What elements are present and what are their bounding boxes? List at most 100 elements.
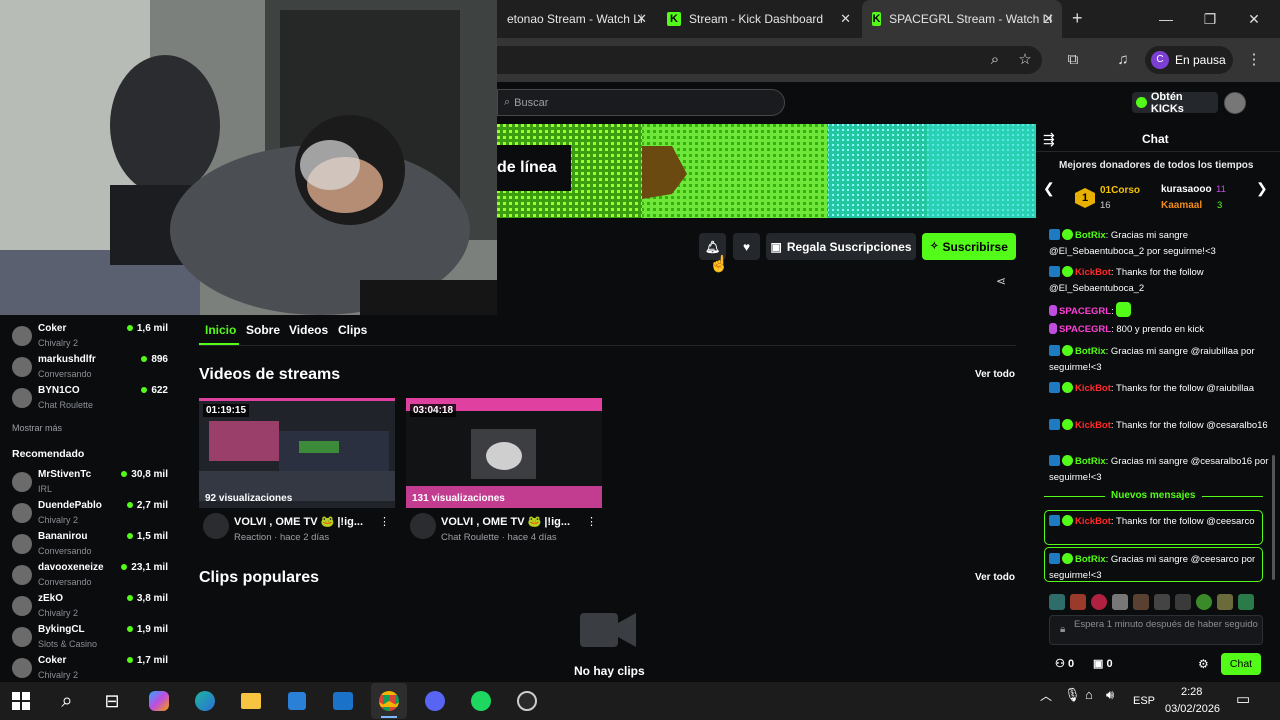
emote-icon[interactable]: [1070, 594, 1086, 610]
minimize-icon[interactable]: —: [1143, 0, 1189, 38]
tab-spacegrl[interactable]: K SPACEGRL Stream - Watch Li ✕: [862, 0, 1062, 38]
close-tab-icon[interactable]: ✕: [840, 11, 851, 27]
sidebar-channel[interactable]: Coker Chivalry 2 1,6 mil: [12, 322, 172, 353]
chat-scrollbar[interactable]: [1272, 455, 1275, 580]
subscribe-button[interactable]: ✧ Suscribirse: [922, 233, 1016, 260]
emote-icon[interactable]: [1196, 594, 1212, 610]
get-kicks-button[interactable]: Obtén KICKs: [1132, 91, 1218, 115]
more-options-icon[interactable]: ⋮: [379, 515, 390, 528]
chat-message[interactable]: KickBot: Thanks for the follow @El_Sebae…: [1049, 265, 1269, 296]
channel-avatar[interactable]: [410, 513, 436, 539]
sidebar-channel[interactable]: davooxeneize Conversando 23,1 mil: [12, 561, 172, 592]
channel-avatar[interactable]: [203, 513, 229, 539]
chat-username[interactable]: KickBot: [1075, 267, 1111, 278]
emote-icon[interactable]: [1049, 594, 1065, 610]
video-thumbnail[interactable]: 01:19:15 92 visualizaciones: [199, 398, 395, 508]
user-avatar[interactable]: [1224, 92, 1246, 114]
chat-username[interactable]: SPACEGRL: [1059, 306, 1111, 317]
store-icon[interactable]: [279, 683, 315, 719]
windows-start-icon[interactable]: [3, 683, 39, 719]
more-options-icon[interactable]: ⋮: [586, 515, 597, 528]
chrome-icon[interactable]: [371, 683, 407, 719]
sidebar-channel[interactable]: DuendePablo Chivalry 2 2,7 mil: [12, 499, 172, 530]
chat-username[interactable]: KickBot: [1075, 383, 1111, 394]
sidebar-channel[interactable]: BykingCL Slots & Casino 1,9 mil: [12, 623, 172, 654]
sidebar-channel[interactable]: markushdlfr Conversando 896: [12, 353, 172, 384]
restore-icon[interactable]: ❐: [1187, 0, 1233, 38]
chat-username[interactable]: BotRix: [1075, 230, 1106, 241]
task-view-icon[interactable]: ⊟: [94, 683, 130, 719]
next-arrow-icon[interactable]: ❯: [1256, 180, 1268, 197]
sidebar-channel[interactable]: zEkO Chivalry 2 3,8 mil: [12, 592, 172, 623]
emote-icon[interactable]: [1238, 594, 1254, 610]
tab-inicio[interactable]: Inicio: [205, 323, 236, 337]
chat-username[interactable]: BotRix: [1075, 456, 1106, 467]
send-chat-button[interactable]: Chat: [1221, 653, 1261, 675]
tab-kick-dashboard[interactable]: K Stream - Kick Dashboard ✕: [657, 0, 859, 38]
spotify-icon[interactable]: [463, 683, 499, 719]
obs-icon[interactable]: [509, 683, 545, 719]
edge-icon[interactable]: [187, 683, 223, 719]
prev-arrow-icon[interactable]: ❮: [1043, 180, 1055, 197]
clock-date[interactable]: 03/02/2026: [1165, 703, 1220, 715]
search-input[interactable]: ⌕ Buscar: [497, 89, 785, 116]
omnibox[interactable]: [497, 46, 1042, 74]
video-title[interactable]: VOLVI , OME TV 🐸 |!ig...: [234, 515, 363, 528]
notifications-icon[interactable]: ▭: [1236, 690, 1250, 708]
emote-icon[interactable]: [1154, 594, 1170, 610]
profile-button[interactable]: C En pausa: [1145, 46, 1233, 74]
tab-sobre[interactable]: Sobre: [246, 323, 280, 337]
gift-subs-button[interactable]: ▣ Regala Suscripciones: [766, 233, 916, 260]
close-tab-icon[interactable]: ✕: [1043, 11, 1054, 27]
close-tab-icon[interactable]: ✕: [636, 11, 647, 27]
sidebar-channel[interactable]: BYN1CO Chat Roulette 622: [12, 384, 172, 415]
zoom-icon[interactable]: ⌕: [983, 47, 1007, 71]
show-more-link[interactable]: Mostrar más: [12, 423, 62, 433]
new-tab-button[interactable]: +: [1072, 8, 1083, 29]
chat-message[interactable]: KickBot: Thanks for the follow @cesaralb…: [1049, 418, 1269, 434]
chat-username[interactable]: SPACEGRL: [1059, 324, 1111, 335]
search-taskbar-icon[interactable]: ⌕: [49, 683, 85, 719]
mic-icon[interactable]: 🎙︎: [1064, 687, 1081, 703]
chat-message[interactable]: BotRix: Gracias mi sangre @cesaralbo16 p…: [1049, 454, 1269, 485]
emote-icon[interactable]: [1133, 594, 1149, 610]
emote-bar[interactable]: [1049, 594, 1263, 610]
emote-icon[interactable]: [1091, 594, 1107, 610]
collapse-chat-icon[interactable]: ⇶: [1043, 131, 1055, 148]
sidebar-channel[interactable]: MrStivenTc IRL 30,8 mil: [12, 468, 172, 499]
see-all-videos-link[interactable]: Ver todo: [975, 369, 1015, 380]
tab-etonao[interactable]: etonao Stream - Watch Li ✕: [497, 0, 655, 38]
chat-username[interactable]: KickBot: [1075, 420, 1111, 431]
chat-settings-icon[interactable]: ⚙: [1198, 657, 1209, 671]
tab-clips[interactable]: Clips: [338, 323, 367, 337]
sidebar-channel[interactable]: Coker Chivalry 2 1,7 mil: [12, 654, 172, 685]
sidebar-channel[interactable]: Bananirou Conversando 1,5 mil: [12, 530, 172, 561]
media-icon[interactable]: ♫: [1111, 47, 1135, 71]
clock-time[interactable]: 2:28: [1181, 686, 1202, 698]
chat-username[interactable]: BotRix: [1075, 346, 1106, 357]
outlook-icon[interactable]: [325, 683, 361, 719]
menu-icon[interactable]: ⋮: [1242, 47, 1266, 71]
chat-message[interactable]: KickBot: Thanks for the follow @raiubill…: [1049, 381, 1269, 397]
volume-icon[interactable]: 🔊︎: [1106, 687, 1114, 703]
video-title[interactable]: VOLVI , OME TV 🐸 |!ig...: [441, 515, 570, 528]
file-explorer-icon[interactable]: [233, 683, 269, 719]
extensions-icon[interactable]: ⧉: [1061, 47, 1085, 71]
emote-icon[interactable]: [1175, 594, 1191, 610]
close-window-icon[interactable]: ✕: [1231, 0, 1277, 38]
chat-input[interactable]: Espera 1 minuto después de haber seguido: [1049, 615, 1263, 645]
chat-message[interactable]: BotRix: Gracias mi sangre @raiubillaa po…: [1049, 344, 1269, 375]
discord-icon[interactable]: [417, 683, 453, 719]
chat-message[interactable]: BotRix: Gracias mi sangre @El_Sebaentubo…: [1049, 228, 1269, 259]
follow-heart-button[interactable]: ♥: [733, 233, 760, 260]
video-thumbnail[interactable]: 03:04:18 131 visualizaciones: [406, 398, 602, 508]
emote-icon[interactable]: [1217, 594, 1233, 610]
chat-message[interactable]: SPACEGRL:: [1049, 302, 1269, 320]
copilot-icon[interactable]: [141, 683, 177, 719]
language-indicator[interactable]: ESP: [1133, 695, 1155, 707]
see-all-clips-link[interactable]: Ver todo: [975, 572, 1015, 583]
star-icon[interactable]: ☆: [1013, 47, 1037, 71]
tray-chevron-icon[interactable]: ︿: [1040, 687, 1052, 704]
share-icon[interactable]: ⋖: [996, 274, 1006, 288]
emote-icon[interactable]: [1112, 594, 1128, 610]
